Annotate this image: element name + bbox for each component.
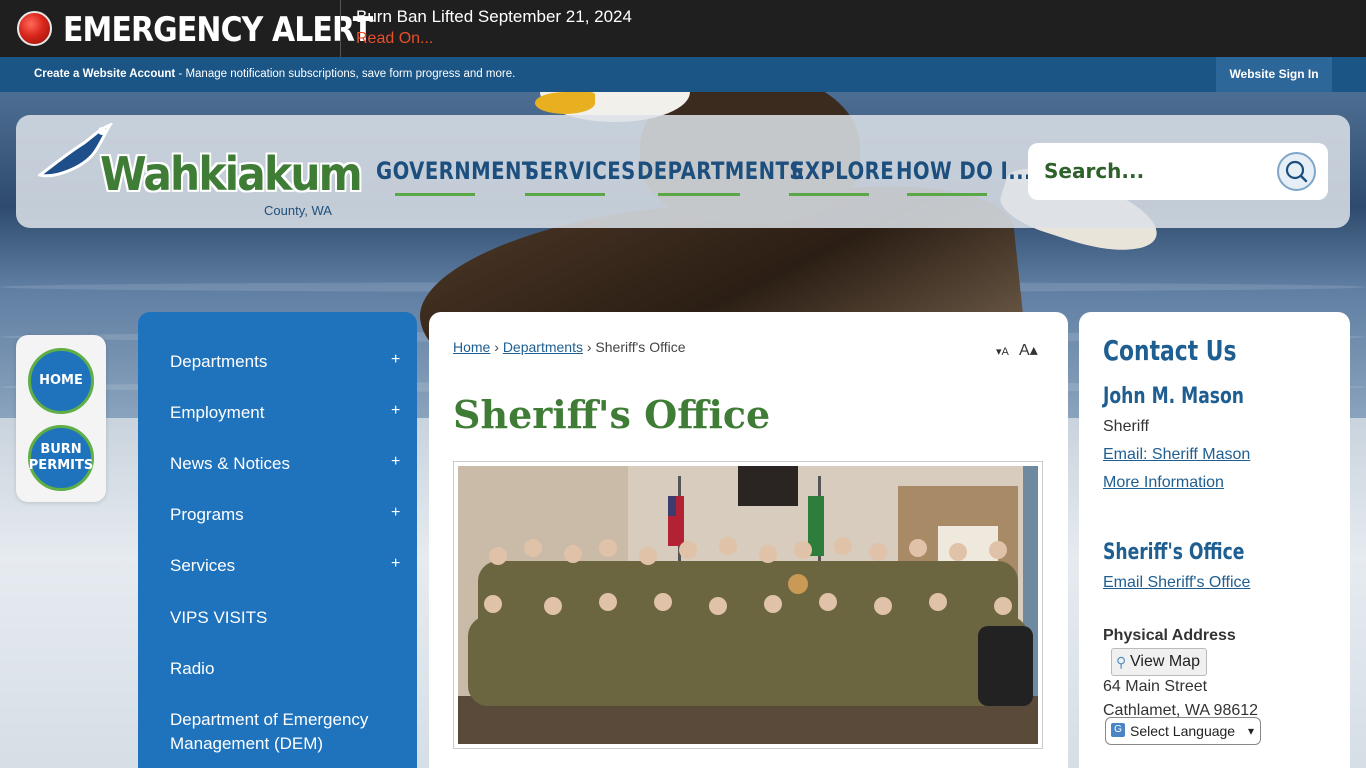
nav-underline bbox=[789, 193, 869, 196]
search-icon bbox=[1285, 160, 1308, 183]
physical-address-label: Physical Address bbox=[1103, 627, 1236, 644]
nav-underline bbox=[525, 193, 605, 196]
language-select-label: Select Language bbox=[1130, 723, 1236, 739]
contact-person-name: John M. Mason bbox=[1103, 384, 1245, 409]
breadcrumb-departments[interactable]: Departments bbox=[503, 339, 583, 355]
side-item-vips-visits[interactable]: VIPS VISITS bbox=[170, 606, 380, 630]
side-item-departments[interactable]: Departments bbox=[170, 350, 380, 374]
nav-underline bbox=[658, 193, 740, 196]
eagle-beak bbox=[535, 92, 595, 114]
search-button[interactable] bbox=[1277, 152, 1316, 191]
home-quick-link-label: HOME bbox=[39, 373, 83, 388]
sheriff-staff-photo-frame bbox=[453, 461, 1043, 749]
group-photo-image bbox=[458, 466, 1038, 744]
account-description: - Manage notification subscriptions, sav… bbox=[175, 68, 516, 80]
create-account-link[interactable]: Create a Website Account bbox=[34, 68, 175, 80]
text-size-controls: ▾A A▴ bbox=[996, 340, 1038, 360]
side-navigation: Departments + Employment + News & Notice… bbox=[138, 312, 417, 768]
expand-news-icon[interactable]: + bbox=[391, 453, 400, 471]
breadcrumb-separator: › bbox=[494, 339, 499, 355]
email-sheriff-link[interactable]: Email: Sheriff Mason bbox=[1103, 446, 1250, 464]
alert-headline[interactable]: Burn Ban Lifted September 21, 2024 bbox=[356, 7, 632, 27]
county-logo[interactable]: Wahkiakum County, WA bbox=[38, 123, 363, 221]
breadcrumb-separator: › bbox=[586, 339, 592, 355]
account-message: Create a Website Account - Manage notifi… bbox=[34, 68, 515, 80]
home-quick-link[interactable]: HOME bbox=[28, 348, 94, 414]
side-item-emergency-management[interactable]: Department of Emergency Management (DEM) bbox=[170, 708, 380, 756]
contact-title: Contact Us bbox=[1103, 334, 1237, 367]
language-select[interactable]: G Select Language ▾ bbox=[1105, 717, 1261, 745]
more-information-link[interactable]: More Information bbox=[1103, 474, 1224, 492]
nav-departments[interactable]: DEPARTMENTS bbox=[637, 157, 804, 185]
logo-subtitle: County, WA bbox=[264, 203, 332, 218]
expand-employment-icon[interactable]: + bbox=[391, 402, 400, 420]
street-address: 64 Main Street bbox=[1103, 678, 1208, 695]
sheriff-staff-photo bbox=[458, 466, 1038, 744]
expand-programs-icon[interactable]: + bbox=[391, 504, 400, 522]
search-input[interactable] bbox=[1044, 156, 1284, 186]
google-translate-icon: G bbox=[1111, 723, 1125, 737]
search-box bbox=[1028, 143, 1328, 200]
breadcrumb: Home › Departments › Sheriff's Office bbox=[453, 339, 686, 355]
burn-permits-quick-link[interactable]: BURN PERMITS bbox=[28, 425, 94, 491]
side-item-radio[interactable]: Radio bbox=[170, 657, 380, 681]
nav-underline bbox=[907, 193, 987, 196]
expand-departments-icon[interactable]: + bbox=[391, 351, 400, 369]
view-map-button[interactable]: ⚲ View Map bbox=[1111, 648, 1207, 676]
logo-name: Wahkiakum bbox=[100, 147, 363, 201]
emergency-alert-bar: EMERGENCY ALERT Burn Ban Lifted Septembe… bbox=[0, 0, 1366, 57]
account-bar: Create a Website Account - Manage notifi… bbox=[0, 57, 1366, 92]
main-content: Home › Departments › Sheriff's Office ▾A… bbox=[429, 312, 1068, 768]
breadcrumb-current: Sheriff's Office bbox=[595, 339, 686, 355]
alert-read-on-link[interactable]: Read On... bbox=[356, 30, 433, 48]
nav-services[interactable]: SERVICES bbox=[525, 157, 636, 185]
side-item-employment[interactable]: Employment bbox=[170, 401, 380, 425]
contact-person-role: Sheriff bbox=[1103, 418, 1149, 435]
breadcrumb-home[interactable]: Home bbox=[453, 339, 490, 355]
map-pin-icon: ⚲ bbox=[1116, 654, 1127, 670]
nav-underline bbox=[395, 193, 475, 196]
alert-title: EMERGENCY ALERT bbox=[63, 10, 373, 50]
nav-how-do-i[interactable]: HOW DO I... bbox=[896, 157, 1032, 185]
chevron-down-icon: ▾ bbox=[1247, 724, 1254, 738]
office-name: Sheriff's Office bbox=[1103, 540, 1245, 565]
side-item-news-notices[interactable]: News & Notices bbox=[170, 452, 380, 476]
nav-explore[interactable]: EXPLORE bbox=[791, 157, 894, 185]
contact-panel: Contact Us John M. Mason Sheriff Email: … bbox=[1079, 312, 1350, 768]
alert-siren-icon bbox=[17, 11, 52, 46]
email-office-link[interactable]: Email Sheriff's Office bbox=[1103, 574, 1250, 592]
decrease-text-size-button[interactable]: ▾A bbox=[996, 346, 1009, 358]
burn-permits-label-line1: BURN bbox=[40, 442, 82, 457]
view-map-label: View Map bbox=[1130, 653, 1200, 670]
page-title: Sheriff's Office bbox=[453, 392, 771, 437]
burn-permits-label-line2: PERMITS bbox=[28, 458, 94, 473]
website-sign-in-button[interactable]: Website Sign In bbox=[1216, 57, 1332, 92]
increase-text-size-button[interactable]: A▴ bbox=[1019, 342, 1038, 359]
side-item-services[interactable]: Services bbox=[170, 554, 380, 578]
nav-government[interactable]: GOVERNMENT bbox=[376, 157, 536, 185]
side-item-programs[interactable]: Programs bbox=[170, 503, 380, 527]
expand-services-icon[interactable]: + bbox=[391, 555, 400, 573]
alert-divider bbox=[340, 0, 341, 57]
